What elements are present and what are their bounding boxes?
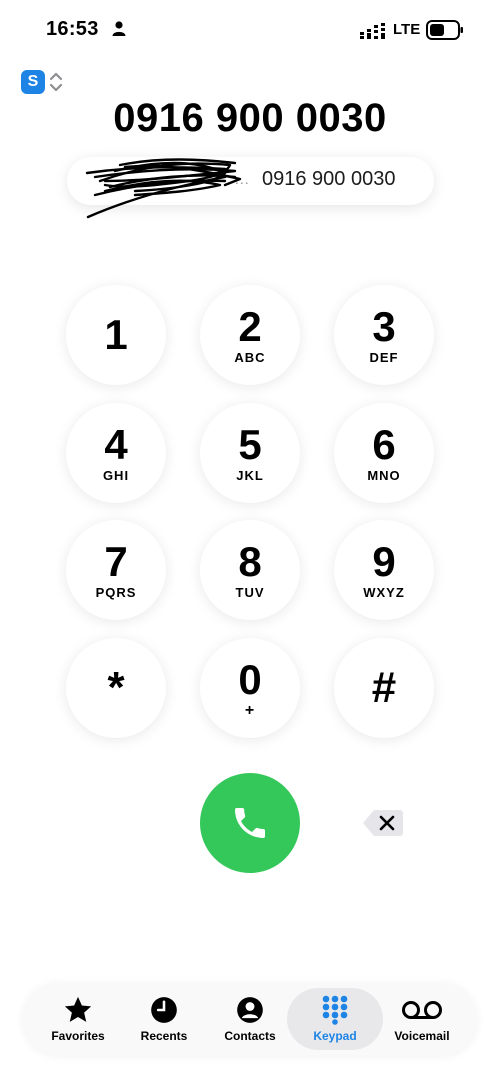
phone-icon: [235, 808, 265, 838]
key-5[interactable]: 5 JKL: [200, 403, 300, 503]
delete-backspace-icon[interactable]: [362, 808, 404, 838]
voicemail-icon: [402, 1001, 442, 1019]
keypad-grid-icon: [322, 995, 348, 1025]
key-letters: TUV: [235, 584, 265, 600]
tab-recents[interactable]: Recents: [119, 983, 209, 1055]
key-star[interactable]: *: [66, 638, 166, 738]
key-6[interactable]: 6 MNO: [334, 403, 434, 503]
battery-icon: [426, 20, 463, 40]
key-letters: PQRS: [95, 584, 137, 600]
key-7[interactable]: 7 PQRS: [66, 520, 166, 620]
star-icon: [64, 996, 92, 1022]
key-letters: WXYZ: [363, 584, 405, 600]
tab-keypad[interactable]: Keypad: [287, 988, 383, 1050]
tab-bar: Favorites Recents Contacts Keypad Voicem…: [23, 983, 477, 1055]
key-digit: 0: [238, 655, 262, 703]
dialed-number-display: 0916 900 0030: [113, 96, 387, 140]
tab-contacts[interactable]: Contacts: [205, 983, 295, 1055]
key-letters: ABC: [234, 349, 266, 365]
status-time: 16:53: [46, 18, 99, 40]
contact-suggestion[interactable]: ... 0916 900 0030: [67, 157, 434, 219]
key-digit: 6: [372, 420, 396, 468]
key-digit: 2: [238, 302, 262, 350]
cellular-signal-icon: [360, 23, 385, 39]
key-letters: +: [244, 701, 256, 719]
key-1[interactable]: 1: [66, 285, 166, 385]
suggestion-ellipsis: ...: [235, 171, 250, 187]
key-letters: DEF: [369, 349, 399, 365]
clock-icon: [151, 997, 177, 1023]
sim-badge: S: [21, 70, 45, 94]
call-button[interactable]: [200, 773, 300, 873]
tab-label: Contacts: [224, 1029, 276, 1043]
key-digit: #: [371, 663, 397, 712]
key-digit: 9: [372, 537, 396, 585]
key-digit: 8: [238, 537, 262, 585]
key-9[interactable]: 9 WXYZ: [334, 520, 434, 620]
suggestion-number: 0916 900 0030: [262, 168, 396, 190]
key-digit: 7: [104, 537, 128, 585]
key-digit: 3: [372, 302, 396, 350]
tab-label: Keypad: [313, 1029, 357, 1043]
tab-label: Favorites: [51, 1029, 105, 1043]
tab-label: Recents: [140, 1029, 188, 1043]
key-letters: GHI: [102, 467, 130, 483]
key-2[interactable]: 2 ABC: [200, 285, 300, 385]
key-digit: 4: [104, 420, 128, 468]
key-digit: 5: [238, 420, 262, 468]
person-icon: [112, 21, 126, 36]
chevron-up-down-icon: [49, 72, 63, 92]
tab-label: Voicemail: [394, 1029, 450, 1043]
tab-voicemail[interactable]: Voicemail: [377, 983, 467, 1055]
key-4[interactable]: 4 GHI: [66, 403, 166, 503]
status-bar: 16:53 LTE: [0, 0, 500, 60]
tab-favorites[interactable]: Favorites: [33, 983, 123, 1055]
key-0[interactable]: 0 +: [200, 638, 300, 738]
network-type: LTE: [393, 21, 421, 38]
key-letters: JKL: [236, 467, 264, 483]
key-hash[interactable]: #: [334, 638, 434, 738]
key-letters: MNO: [367, 467, 401, 483]
redaction-scribble: [85, 158, 242, 219]
person-circle-icon: [237, 997, 263, 1023]
key-8[interactable]: 8 TUV: [200, 520, 300, 620]
key-digit: 1: [104, 311, 128, 358]
sim-selector[interactable]: S: [21, 70, 63, 94]
key-digit: *: [107, 663, 125, 712]
key-3[interactable]: 3 DEF: [334, 285, 434, 385]
